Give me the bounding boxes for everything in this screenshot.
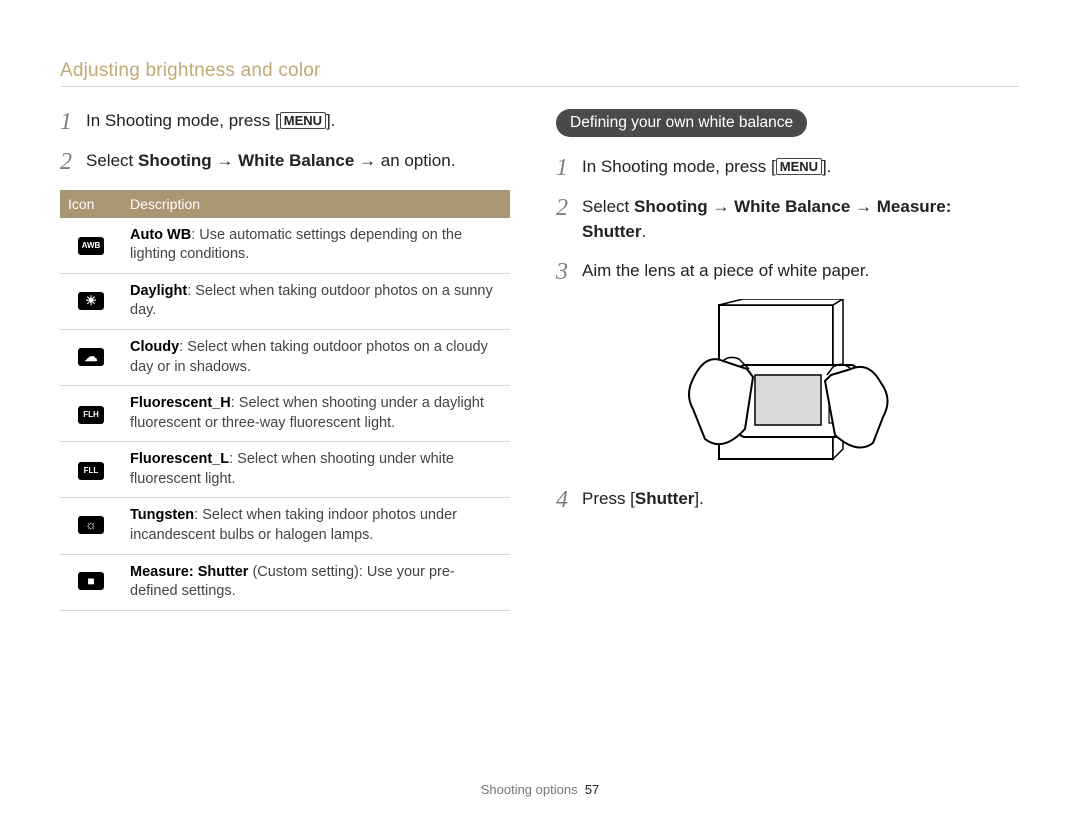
table-row: ☀ Daylight: Select when taking outdoor p…	[60, 273, 510, 329]
page-footer: Shooting options 57	[0, 782, 1080, 797]
row-description: Tungsten: Select when taking indoor phot…	[122, 498, 510, 554]
fluorescent-l-icon: FLL	[78, 462, 104, 480]
step-number: 2	[556, 195, 582, 221]
right-step-1: 1 In Shooting mode, press [MENU].	[556, 155, 1020, 181]
tungsten-icon: ☼	[78, 516, 104, 534]
step-number: 4	[556, 487, 582, 513]
table-row: FLH Fluorescent_H: Select when shooting …	[60, 386, 510, 442]
right-step-3: 3 Aim the lens at a piece of white paper…	[556, 259, 1020, 285]
table-row: ■ Measure: Shutter (Custom setting): Use…	[60, 554, 510, 610]
table-row: ☼ Tungsten: Select when taking indoor ph…	[60, 498, 510, 554]
step-text: Select Shooting → White Balance → an opt…	[86, 149, 455, 174]
auto-wb-icon: AWB	[78, 237, 104, 255]
step-text: Select Shooting → White Balance → Measur…	[582, 195, 1020, 244]
daylight-icon: ☀	[78, 292, 104, 310]
left-step-2: 2 Select Shooting → White Balance → an o…	[60, 149, 510, 175]
right-step-4: 4 Press [Shutter].	[556, 487, 1020, 513]
divider	[60, 86, 1020, 87]
row-description: Daylight: Select when taking outdoor pho…	[122, 273, 510, 329]
row-description: Fluorescent_L: Select when shooting unde…	[122, 442, 510, 498]
step-text: Aim the lens at a piece of white paper.	[582, 259, 869, 284]
row-description: Fluorescent_H: Select when shooting unde…	[122, 386, 510, 442]
step-text: In Shooting mode, press [MENU].	[582, 155, 831, 180]
illustration-hands-camera-paper	[556, 299, 1020, 469]
right-step-2: 2 Select Shooting → White Balance → Meas…	[556, 195, 1020, 244]
table-head-icon: Icon	[60, 190, 122, 218]
row-description: Cloudy: Select when taking outdoor photo…	[122, 330, 510, 386]
step-text: In Shooting mode, press [MENU].	[86, 109, 335, 134]
fluorescent-h-icon: FLH	[78, 406, 104, 424]
step-text: Press [Shutter].	[582, 487, 704, 512]
cloudy-icon: ☁	[78, 348, 104, 366]
left-step-1: 1 In Shooting mode, press [MENU].	[60, 109, 510, 135]
step-number: 1	[556, 155, 582, 181]
left-column: 1 In Shooting mode, press [MENU]. 2 Sele…	[60, 109, 510, 611]
page-number: 57	[585, 782, 599, 797]
step-number: 2	[60, 149, 86, 175]
table-head-description: Description	[122, 190, 510, 218]
section-title: Adjusting brightness and color	[60, 60, 1020, 82]
step-number: 1	[60, 109, 86, 135]
footer-section-label: Shooting options	[481, 782, 578, 797]
row-description: Measure: Shutter (Custom setting): Use y…	[122, 554, 510, 610]
table-row: AWB Auto WB: Use automatic settings depe…	[60, 218, 510, 274]
table-row: FLL Fluorescent_L: Select when shooting …	[60, 442, 510, 498]
menu-button-label: MENU	[280, 112, 326, 129]
wb-options-table: Icon Description AWB Auto WB: Use automa…	[60, 190, 510, 611]
subsection-badge: Defining your own white balance	[556, 109, 807, 137]
table-row: ☁ Cloudy: Select when taking outdoor pho…	[60, 330, 510, 386]
right-column: Defining your own white balance 1 In Sho…	[556, 109, 1020, 611]
row-description: Auto WB: Use automatic settings dependin…	[122, 218, 510, 274]
measure-shutter-icon: ■	[78, 572, 104, 590]
menu-button-label: MENU	[776, 158, 822, 175]
step-number: 3	[556, 259, 582, 285]
